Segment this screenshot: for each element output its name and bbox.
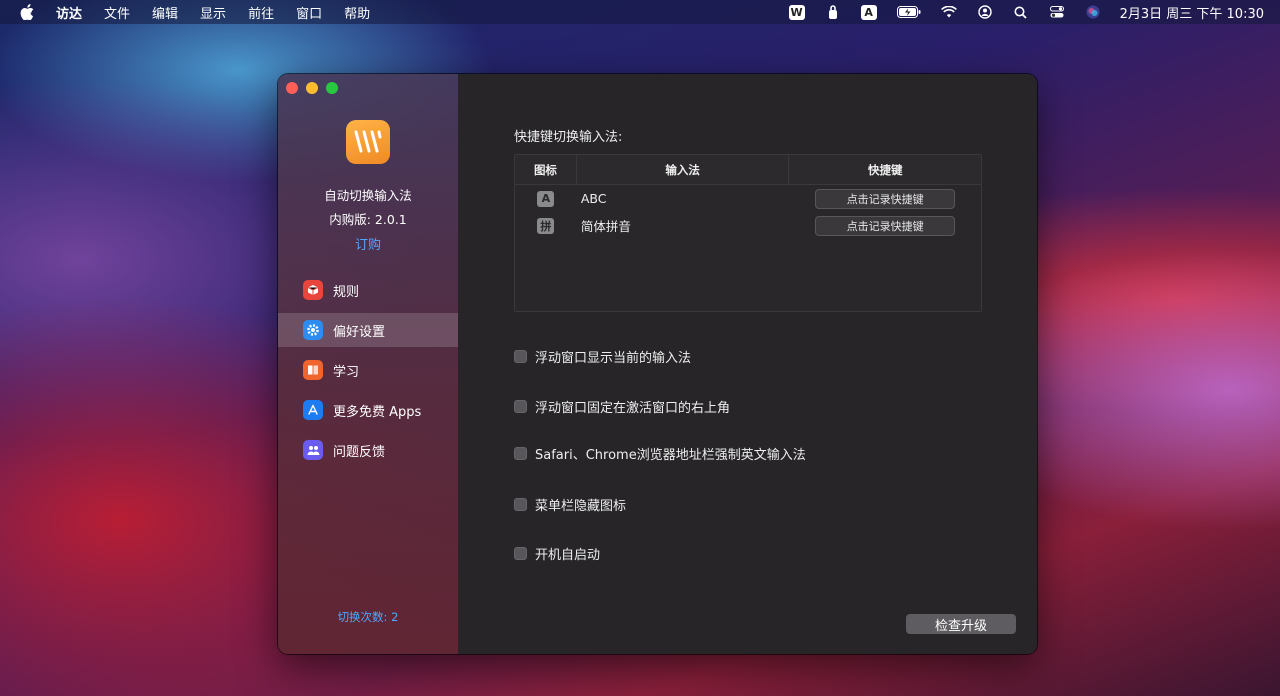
- option-force-english-in-address-bar[interactable]: Safari、Chrome浏览器地址栏强制英文输入法: [514, 444, 806, 463]
- input-source-icon[interactable]: A: [860, 4, 878, 20]
- column-header-input-method: 输入法: [577, 155, 790, 184]
- menu-finder[interactable]: 访达: [56, 3, 82, 22]
- option-label: 浮动窗口显示当前的输入法: [535, 351, 692, 366]
- user-icon[interactable]: [976, 4, 994, 20]
- menu-go[interactable]: 前往: [248, 3, 274, 22]
- preferences-panel: 快捷键切换输入法: 图标 输入法 快捷键 A ABC 点击记录快捷键 拼 简体拼…: [458, 74, 1037, 654]
- input-method-name: 简体拼音: [580, 219, 631, 234]
- sidebar-item-label: 更多免费 Apps: [333, 404, 422, 420]
- input-source-label: A: [860, 4, 877, 20]
- app-logo-icon: [346, 120, 390, 164]
- rules-icon: [303, 280, 323, 300]
- window-controls: [286, 82, 346, 94]
- checkbox[interactable]: [514, 350, 527, 363]
- app-window: 自动切换输入法 内购版: 2.0.1 订购 规则 偏好设置 学习 更多免费 Ap…: [278, 74, 1037, 654]
- keychain-icon[interactable]: [824, 4, 842, 20]
- option-hide-menubar-icon[interactable]: 菜单栏隐藏图标: [514, 495, 626, 514]
- input-method-table: 图标 输入法 快捷键 A ABC 点击记录快捷键 拼 简体拼音 点击记录快捷键: [514, 154, 982, 312]
- app-version: 内购版: 2.0.1: [329, 212, 407, 227]
- sidebar-nav: 规则 偏好设置 学习 更多免费 Apps 问题反馈: [278, 273, 458, 473]
- table-row[interactable]: 拼 简体拼音 点击记录快捷键: [515, 212, 981, 239]
- option-launch-at-login[interactable]: 开机自启动: [514, 544, 600, 563]
- zoom-window-button[interactable]: [326, 82, 338, 94]
- table-header: 图标 输入法 快捷键: [515, 155, 981, 185]
- sidebar-item-feedback[interactable]: 问题反馈: [278, 433, 458, 467]
- option-pin-floating-window[interactable]: 浮动窗口固定在激活窗口的右上角: [514, 397, 730, 416]
- sidebar-item-label: 偏好设置: [333, 324, 386, 340]
- switch-count: 切换次数: 2: [337, 610, 399, 624]
- w-app-icon[interactable]: W: [788, 4, 806, 20]
- record-shortcut-button[interactable]: 点击记录快捷键: [815, 215, 956, 236]
- option-label: 开机自启动: [535, 548, 601, 563]
- abc-input-icon: A: [537, 190, 555, 207]
- option-label: Safari、Chrome浏览器地址栏强制英文输入法: [535, 448, 806, 463]
- apple-menu-icon[interactable]: [20, 4, 36, 20]
- purchase-link[interactable]: 订购: [278, 234, 458, 253]
- option-show-floating-window[interactable]: 浮动窗口显示当前的输入法: [514, 347, 691, 366]
- status-area: W A 2月3日 周三 下午 10:30: [770, 0, 1264, 24]
- option-label: 浮动窗口固定在激活窗口的右上角: [535, 401, 731, 416]
- check-update-button[interactable]: 检查升级: [906, 614, 1016, 634]
- app-name: 自动切换输入法: [324, 188, 412, 203]
- section-title: 快捷键切换输入法:: [514, 130, 623, 145]
- spotlight-icon[interactable]: [1012, 4, 1030, 20]
- gear-icon: [303, 320, 323, 340]
- checkbox[interactable]: [514, 447, 527, 460]
- book-icon: [303, 360, 323, 380]
- checkbox[interactable]: [514, 547, 527, 560]
- checkbox[interactable]: [514, 400, 527, 413]
- close-window-button[interactable]: [286, 82, 298, 94]
- sidebar: 自动切换输入法 内购版: 2.0.1 订购 规则 偏好设置 学习 更多免费 Ap…: [278, 74, 458, 654]
- menubar-clock[interactable]: 2月3日 周三 下午 10:30: [1120, 3, 1264, 22]
- sidebar-item-label: 学习: [333, 364, 360, 380]
- siri-icon[interactable]: [1084, 4, 1102, 20]
- input-method-name: ABC: [580, 191, 607, 206]
- menu-view[interactable]: 显示: [200, 3, 226, 22]
- battery-icon[interactable]: [896, 4, 922, 20]
- menu-bar: 访达 文件 编辑 显示 前往 窗口 帮助 W A 2月3日 周三 下午 10:3…: [0, 0, 1280, 24]
- column-header-icon: 图标: [515, 155, 577, 184]
- pinyin-input-icon: 拼: [537, 217, 555, 234]
- checkbox[interactable]: [514, 498, 527, 511]
- sidebar-item-rules[interactable]: 规则: [278, 273, 458, 307]
- menu-edit[interactable]: 编辑: [152, 3, 178, 22]
- sidebar-item-preferences[interactable]: 偏好设置: [278, 313, 458, 347]
- table-row[interactable]: A ABC 点击记录快捷键: [515, 185, 981, 212]
- menu-window[interactable]: 窗口: [296, 3, 322, 22]
- sidebar-item-more-apps[interactable]: 更多免费 Apps: [278, 393, 458, 427]
- minimize-window-button[interactable]: [306, 82, 318, 94]
- sidebar-item-label: 问题反馈: [333, 444, 386, 460]
- column-header-shortcut: 快捷键: [867, 162, 903, 177]
- app-store-icon: [303, 400, 323, 420]
- wifi-icon[interactable]: [940, 4, 958, 20]
- control-center-icon[interactable]: [1048, 4, 1066, 20]
- sidebar-item-label: 规则: [333, 284, 360, 300]
- w-app-label: W: [788, 4, 805, 20]
- menu-help[interactable]: 帮助: [344, 3, 370, 22]
- record-shortcut-button[interactable]: 点击记录快捷键: [815, 188, 956, 209]
- sidebar-item-learn[interactable]: 学习: [278, 353, 458, 387]
- option-label: 菜单栏隐藏图标: [535, 499, 627, 514]
- menu-file[interactable]: 文件: [104, 3, 130, 22]
- feedback-icon: [303, 440, 323, 460]
